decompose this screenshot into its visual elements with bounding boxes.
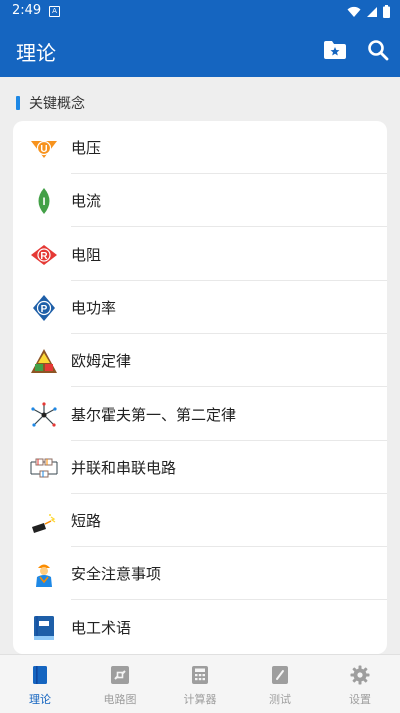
list-item-label: 电压 (71, 139, 102, 157)
list-item-short-circuit[interactable]: 短路 (13, 494, 387, 547)
list-item-current[interactable]: I 电流 (13, 174, 387, 227)
book-icon (33, 666, 47, 684)
list-item-voltage[interactable]: U 电压 (13, 121, 387, 174)
system-icons (347, 5, 390, 18)
status-time: 2:49 (12, 3, 42, 18)
kirchhoff-icon (31, 402, 57, 427)
search-icon (368, 40, 389, 61)
list-item-kirchhoff[interactable]: 基尔霍夫第一、第二定律 (13, 388, 387, 441)
list-item-ohms-law[interactable]: 欧姆定律 (13, 334, 387, 387)
section-title: 关键概念 (29, 96, 85, 112)
wifi-icon (347, 6, 361, 17)
current-icon: I (38, 188, 50, 214)
search-button[interactable] (364, 36, 392, 64)
notification-icon: A (49, 6, 60, 17)
resistance-letter: R (40, 251, 48, 262)
divider (71, 226, 387, 227)
bottom-navigation: 理论 电路图 计算器 测试 设置 (0, 654, 400, 713)
nav-tab-theory[interactable]: 理论 (0, 655, 80, 713)
nav-label: 理论 (29, 693, 51, 706)
list-item-label: 电流 (71, 192, 102, 210)
voltage-icon: U (31, 140, 57, 158)
glossary-book-icon (34, 616, 54, 640)
list-item-label: 基尔霍夫第一、第二定律 (71, 406, 237, 424)
favorites-button[interactable] (321, 36, 349, 64)
nav-label: 设置 (349, 693, 371, 706)
nav-tab-circuits[interactable]: 电路图 (80, 655, 160, 713)
divider (71, 599, 387, 600)
concepts-list: U 电压 I 电流 R 电阻 P 电功率 欧姆定律 基尔霍夫第一、第二定律 并联… (13, 121, 387, 654)
resistance-icon: R (31, 245, 57, 265)
list-item-label: 欧姆定律 (71, 352, 132, 370)
power-letter: P (41, 304, 48, 315)
page-title: 理论 (16, 41, 56, 65)
divider (71, 386, 387, 387)
section-accent-bar (16, 96, 20, 110)
settings-gear-icon (350, 665, 370, 685)
folder-star-icon (324, 41, 346, 59)
ohms-law-icon (31, 349, 57, 373)
safety-worker-icon (36, 564, 52, 587)
list-item-label: 安全注意事项 (71, 565, 162, 583)
list-item-safety[interactable]: 安全注意事项 (13, 547, 387, 600)
list-item-label: 短路 (71, 512, 102, 530)
nav-tab-calculator[interactable]: 计算器 (160, 655, 240, 713)
section-header: 关键概念 (16, 93, 85, 113)
test-icon (272, 666, 288, 684)
nav-label: 测试 (269, 693, 291, 706)
list-item-power[interactable]: P 电功率 (13, 281, 387, 334)
status-bar: 2:49 A (0, 0, 400, 24)
current-letter: I (42, 196, 45, 208)
list-item-label: 电功率 (71, 299, 117, 317)
short-circuit-icon (32, 514, 56, 533)
list-item-label: 电阻 (71, 246, 102, 264)
power-icon: P (33, 295, 55, 321)
nav-tab-settings[interactable]: 设置 (320, 655, 400, 713)
app-bar: 理论 (0, 24, 400, 77)
nav-tab-test[interactable]: 测试 (240, 655, 320, 713)
nav-label: 计算器 (183, 693, 217, 706)
battery-icon (383, 5, 390, 18)
list-item-label: 电工术语 (71, 619, 132, 637)
calculator-icon (192, 666, 208, 684)
nav-label: 电路图 (103, 693, 137, 706)
voltage-letter: U (40, 144, 47, 155)
circuit-diagram-icon (111, 666, 129, 684)
list-item-label: 并联和串联电路 (71, 459, 177, 477)
list-item-terminology[interactable]: 电工术语 (13, 601, 387, 654)
list-item-resistance[interactable]: R 电阻 (13, 228, 387, 281)
cell-signal-icon (367, 6, 377, 17)
list-item-parallel-series[interactable]: 并联和串联电路 (13, 441, 387, 494)
circuit-icon (30, 458, 58, 478)
